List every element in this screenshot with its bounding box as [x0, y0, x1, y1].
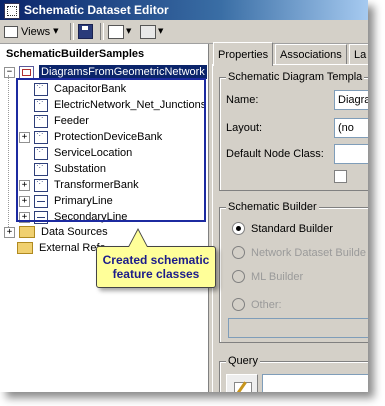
chevron-down-icon: ▼ — [126, 27, 132, 35]
layout-label: Layout: — [226, 122, 263, 134]
callout-pointer-fill — [129, 230, 147, 247]
schematic-dataset-editor-window: Schematic Dataset Editor Views ▼ ▼ ▼ Sch… — [0, 0, 368, 392]
other-builder-radio[interactable]: Other: — [232, 298, 282, 311]
folder-icon — [17, 242, 33, 254]
properties-panel: Properties Associations La Schematic Dia… — [209, 42, 368, 392]
builder-tools-icon — [140, 24, 156, 39]
radio-label: Network Dataset Builde — [251, 246, 366, 259]
save-button[interactable] — [78, 23, 93, 40]
edit-query-button[interactable] — [226, 374, 258, 392]
folder-label: Data Sources — [41, 226, 108, 238]
toolbar-separator — [100, 23, 104, 40]
tab-label: Properties — [218, 48, 269, 61]
window-title: Schematic Dataset Editor — [24, 3, 169, 17]
folder-icon — [19, 226, 35, 238]
template-group: Schematic Diagram Templa Name: Diagra La… — [219, 71, 368, 191]
standard-builder-radio[interactable]: Standard Builder — [232, 222, 333, 235]
save-icon — [78, 24, 93, 39]
diagram-tools-icon — [108, 24, 124, 39]
diagram-tools-button[interactable]: ▼ — [108, 23, 131, 40]
callout-annotation: Created schematic feature classes — [96, 246, 216, 288]
radio-icon — [232, 246, 245, 259]
query-group: Query — [219, 355, 368, 392]
query-text-field[interactable] — [262, 374, 368, 392]
radio-icon — [232, 298, 245, 311]
builder-group-title: Schematic Builder — [226, 201, 319, 213]
feature-classes-highlight — [16, 78, 206, 222]
tab-associations[interactable]: Associations — [275, 44, 347, 65]
views-button[interactable]: Views ▼ — [4, 23, 59, 40]
schematic-builder-group: Schematic Builder Standard Builder Netwo… — [219, 201, 368, 343]
pencil-icon — [234, 381, 252, 392]
radio-selected-icon — [232, 222, 245, 235]
radio-label: ML Builder — [251, 270, 304, 283]
tree-item-external-references[interactable]: External Refe — [17, 240, 106, 256]
app-icon — [4, 3, 20, 19]
tab-layers[interactable]: La — [349, 44, 368, 65]
chevron-down-icon: ▼ — [158, 27, 164, 35]
diagram-template-label: DiagramsFromGeometricNetwork — [39, 65, 207, 79]
tab-label: La — [354, 49, 367, 61]
properties-tab-page: Schematic Diagram Templa Name: Diagra La… — [212, 64, 368, 392]
tab-label: Associations — [280, 49, 342, 61]
title-bar: Schematic Dataset Editor — [0, 0, 368, 20]
chevron-down-icon: ▼ — [53, 27, 59, 35]
callout-line-1: Created schematic — [102, 253, 210, 267]
expand-icon[interactable]: + — [4, 226, 15, 238]
network-dataset-builder-radio[interactable]: Network Dataset Builde — [232, 246, 366, 259]
tab-properties[interactable]: Properties — [213, 42, 274, 66]
default-node-class-label: Default Node Class: — [226, 148, 324, 160]
radio-label: Standard Builder — [251, 222, 333, 235]
radio-label: Other: — [251, 298, 282, 311]
tree-item-data-sources[interactable]: + Data Sources — [4, 224, 108, 240]
diagram-template-icon — [19, 65, 34, 79]
tree-line — [8, 75, 9, 231]
builder-tools-button[interactable]: ▼ — [140, 23, 163, 40]
query-group-title: Query — [226, 355, 260, 367]
layout-select[interactable]: (no — [334, 118, 368, 138]
collapse-icon[interactable]: − — [4, 66, 15, 78]
template-group-title: Schematic Diagram Templa — [226, 71, 365, 83]
xml-builder-radio[interactable]: ML Builder — [232, 270, 303, 283]
name-field[interactable]: Diagra — [334, 90, 368, 110]
name-label: Name: — [226, 94, 259, 106]
toolbar: Views ▼ ▼ ▼ — [0, 20, 368, 44]
tree-root-label: SchematicBuilderSamples — [6, 48, 145, 60]
default-node-class-select[interactable] — [334, 144, 368, 164]
option-checkbox[interactable] — [334, 170, 347, 183]
callout-line-2: feature classes — [112, 267, 200, 281]
toolbar-separator — [70, 23, 74, 40]
views-label: Views — [21, 25, 51, 38]
views-icon — [4, 25, 18, 38]
tree-root[interactable]: SchematicBuilderSamples — [6, 46, 144, 62]
other-builder-field[interactable] — [228, 318, 368, 338]
radio-icon — [232, 270, 245, 283]
